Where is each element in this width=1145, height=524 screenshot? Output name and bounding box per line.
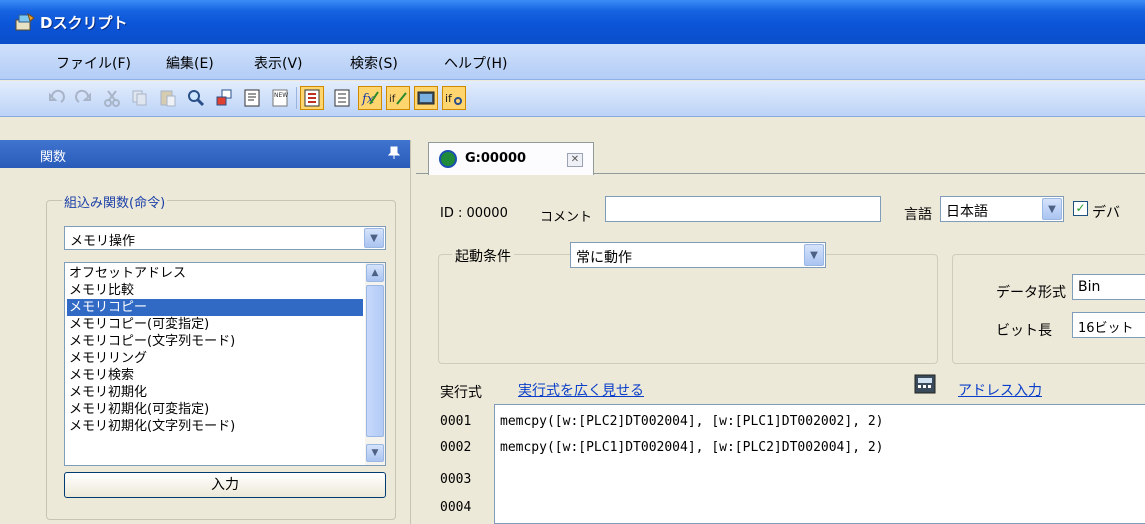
list-item[interactable]: メモリ初期化 — [67, 384, 363, 401]
line-number: 0003 — [440, 472, 472, 487]
code-line[interactable]: memcpy([w:[PLC2]DT002004], [w:[PLC1]DT00… — [500, 414, 884, 429]
scroll-thumb[interactable] — [366, 285, 384, 437]
scroll-down-icon[interactable]: ▼ — [366, 444, 384, 462]
menu-help[interactable]: ヘルプ(H) — [444, 53, 507, 73]
trigger-value: 常に動作 — [576, 250, 632, 266]
list-icon[interactable] — [330, 86, 354, 110]
scroll-up-icon[interactable]: ▲ — [366, 264, 384, 282]
undo-icon[interactable] — [44, 86, 68, 110]
chevron-down-icon[interactable]: ▼ — [1042, 198, 1062, 220]
find-icon[interactable] — [184, 86, 208, 110]
bit-length-select[interactable]: 16ビット — [1072, 312, 1145, 338]
debug-checkbox[interactable]: ✓ — [1073, 201, 1088, 216]
language-value: 日本語 — [946, 204, 988, 220]
builtin-functions-label: 組込み関数(命令) — [62, 192, 168, 211]
input-button[interactable]: 入力 — [64, 472, 386, 498]
line-number: 0002 — [440, 440, 472, 455]
functions-panel-header: 関数 — [0, 140, 410, 168]
properties-icon[interactable] — [240, 86, 264, 110]
calculator-icon[interactable] — [914, 374, 936, 398]
list-item[interactable]: メモリリング — [67, 350, 363, 367]
if-icon[interactable]: if — [442, 86, 466, 110]
trigger-label: 起動条件 — [452, 246, 514, 266]
menu-file[interactable]: ファイル(F) — [56, 53, 131, 73]
pin-icon[interactable] — [387, 146, 401, 164]
svg-text:if: if — [445, 92, 453, 105]
function-icon[interactable]: fx — [358, 86, 382, 110]
condition-icon[interactable]: if — [386, 86, 410, 110]
comment-label: コメント — [540, 210, 593, 225]
window-title: Dスクリプト — [40, 14, 128, 32]
list-item[interactable]: メモリ初期化(文字列モード) — [67, 418, 363, 435]
tab-label: G:00000 — [465, 151, 527, 166]
list-item[interactable]: メモリコピー(可変指定) — [67, 316, 363, 333]
replace-icon[interactable] — [212, 86, 236, 110]
code-line[interactable]: memcpy([w:[PLC1]DT002004], [w:[PLC2]DT00… — [500, 440, 884, 455]
svg-text:if: if — [389, 94, 396, 105]
tab-g00000[interactable]: G:00000 ✕ — [428, 142, 594, 175]
toolbar-separator — [296, 87, 297, 109]
comment-input[interactable] — [605, 196, 881, 222]
menu-bar: ファイル(F) 編集(E) 表示(V) 検索(S) ヘルプ(H) — [0, 44, 1145, 80]
new-icon[interactable]: NEW — [268, 86, 292, 110]
app-icon — [14, 12, 36, 32]
cut-icon[interactable] — [100, 86, 124, 110]
expression-label: 実行式 — [440, 385, 482, 401]
functions-panel-title: 関数 — [40, 150, 67, 165]
function-list-scrollbar[interactable]: ▲ ▼ — [365, 263, 385, 465]
svg-text:NEW: NEW — [274, 92, 288, 99]
list-item-selected[interactable]: メモリコピー — [67, 299, 363, 316]
trigger-group — [438, 254, 938, 364]
line-number: 0001 — [440, 414, 472, 429]
list-item[interactable]: メモリ比較 — [67, 282, 363, 299]
id-label: ID : 00000 — [440, 206, 508, 221]
menu-edit[interactable]: 編集(E) — [166, 53, 214, 73]
script-icon[interactable] — [300, 86, 324, 110]
category-select[interactable]: メモリ操作 ▼ — [64, 226, 386, 250]
language-label: 言語 — [904, 207, 932, 223]
debug-label: デバ — [1092, 205, 1120, 221]
chevron-down-icon[interactable]: ▼ — [364, 228, 384, 248]
script-globe-icon — [439, 150, 457, 168]
data-format-label: データ形式 — [996, 285, 1066, 301]
list-item[interactable]: メモリ初期化(可変指定) — [67, 401, 363, 418]
copy-icon[interactable] — [128, 86, 152, 110]
list-item[interactable]: オフセットアドレス — [67, 265, 363, 282]
toolbar: NEW fx if if — [0, 81, 1145, 117]
bit-length-label: ビット長 — [996, 323, 1052, 339]
chevron-down-icon[interactable]: ▼ — [804, 244, 824, 266]
address-input-link[interactable]: アドレス入力 — [958, 380, 1042, 400]
language-select[interactable]: 日本語 ▼ — [940, 196, 1064, 222]
category-value: メモリ操作 — [70, 234, 136, 249]
redo-icon[interactable] — [72, 86, 96, 110]
image-icon[interactable] — [414, 86, 438, 110]
trigger-select[interactable]: 常に動作 ▼ — [570, 242, 826, 268]
menu-view[interactable]: 表示(V) — [254, 53, 303, 73]
data-format-group — [952, 254, 1145, 364]
list-item[interactable]: メモリコピー(文字列モード) — [67, 333, 363, 350]
expand-expression-link[interactable]: 実行式を広く見せる — [518, 380, 644, 400]
paste-icon[interactable] — [156, 86, 180, 110]
close-icon[interactable]: ✕ — [567, 153, 583, 167]
title-bar: Dスクリプト — [0, 0, 1145, 44]
menu-search[interactable]: 検索(S) — [350, 53, 398, 73]
function-list[interactable]: オフセットアドレス メモリ比較 メモリコピー メモリコピー(可変指定) メモリコ… — [64, 262, 386, 466]
line-number: 0004 — [440, 500, 472, 515]
data-format-select[interactable]: Bin — [1072, 274, 1145, 300]
list-item[interactable]: メモリ検索 — [67, 367, 363, 384]
